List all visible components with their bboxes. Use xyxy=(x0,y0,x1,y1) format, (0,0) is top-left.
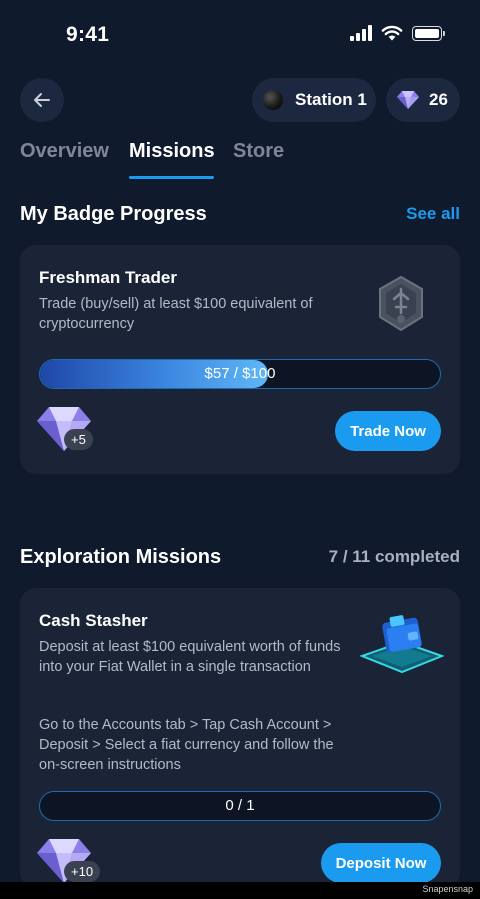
mission-progress-bar: 0 / 1 xyxy=(39,791,441,821)
mission-card: Cash Stasher Deposit at least $100 equiv… xyxy=(20,588,460,888)
mission-progress-text: 0 / 1 xyxy=(225,797,255,814)
gem-count: 26 xyxy=(429,90,448,109)
diamond-icon xyxy=(397,91,419,109)
status-icons xyxy=(350,25,445,41)
cellular-signal-icon xyxy=(350,25,372,41)
arrow-left-icon xyxy=(34,93,50,107)
missions-completed-count: 7 / 11 completed xyxy=(328,547,460,566)
planet-icon xyxy=(263,90,283,110)
tab-store[interactable]: Store xyxy=(233,140,284,163)
deposit-now-button[interactable]: Deposit Now xyxy=(321,843,441,883)
station-selector[interactable]: Station 1 xyxy=(252,78,376,122)
trade-now-button[interactable]: Trade Now xyxy=(335,411,441,451)
badge-title: Freshman Trader xyxy=(39,268,177,287)
badge-progress-bar: $57 / $100 xyxy=(39,359,441,389)
back-button[interactable] xyxy=(20,78,64,122)
mission-instructions: Go to the Accounts tab > Tap Cash Accoun… xyxy=(39,717,334,773)
badge-description: Trade (buy/sell) at least $100 equivalen… xyxy=(39,296,313,332)
mission-title: Cash Stasher xyxy=(39,611,148,630)
wallet-icon xyxy=(360,615,444,674)
badge-card: Freshman Trader Trade (buy/sell) at leas… xyxy=(20,245,460,474)
tab-overview[interactable]: Overview xyxy=(20,140,109,163)
active-tab-indicator xyxy=(129,176,214,179)
status-bar: 9:41 xyxy=(0,0,480,70)
see-all-link[interactable]: See all xyxy=(406,204,460,224)
trader-badge-icon xyxy=(379,275,423,332)
missions-section-title: Exploration Missions xyxy=(20,546,222,568)
status-time: 9:41 xyxy=(66,23,110,46)
station-label: Station 1 xyxy=(295,90,367,109)
watermark: Snapensnap xyxy=(422,884,473,894)
gem-balance[interactable]: 26 xyxy=(386,78,460,122)
wifi-icon xyxy=(381,25,403,41)
footer-bar xyxy=(0,882,480,899)
badge-reward: +5 xyxy=(36,405,106,455)
battery-icon xyxy=(412,25,445,41)
reward-amount: +10 xyxy=(64,861,101,882)
badge-progress-text: $57 / $100 xyxy=(204,365,276,382)
badge-section-title: My Badge Progress xyxy=(20,203,207,225)
reward-amount: +5 xyxy=(64,429,93,450)
mission-reward: +10 xyxy=(36,837,106,887)
mission-description: Deposit at least $100 equivalent worth o… xyxy=(39,639,341,675)
tab-missions[interactable]: Missions xyxy=(129,140,215,163)
